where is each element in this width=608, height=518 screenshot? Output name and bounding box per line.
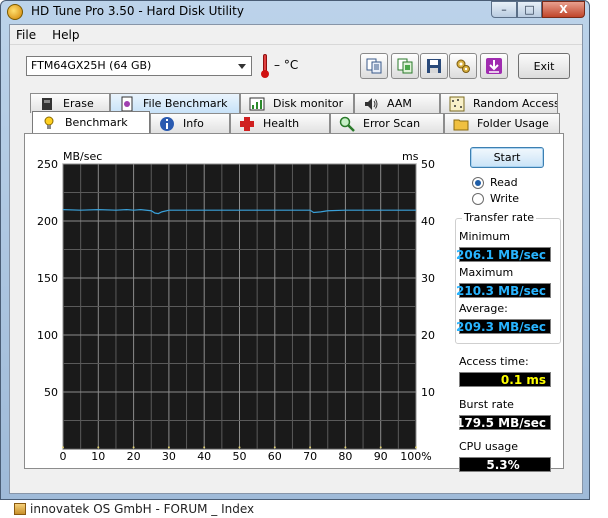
toolbar: FTM64GX25H (64 GB) – °C Exit — [10, 46, 582, 86]
radio-write-label: Write — [490, 192, 520, 205]
thermometer-icon — [260, 54, 270, 78]
taskbar-strip: innovatek OS GmbH - FORUM _ Index — [0, 500, 608, 518]
cpu-usage-label: CPU usage — [459, 440, 519, 453]
tab-health-label: Health — [263, 117, 300, 130]
menu-help[interactable]: Help — [52, 28, 79, 42]
radio-read-label: Read — [490, 176, 518, 189]
radio-write-indicator — [472, 192, 484, 205]
tab-health[interactable]: Health — [230, 113, 330, 133]
menu-bar: File Help — [10, 25, 582, 45]
access-time-label: Access time: — [459, 355, 529, 368]
forum-page-icon — [14, 503, 26, 515]
tab-erase[interactable]: Erase — [30, 93, 110, 113]
tab-benchmark-label: Benchmark — [65, 116, 128, 129]
transfer-rate-title: Transfer rate — [462, 211, 537, 224]
burst-rate-label: Burst rate — [459, 398, 514, 411]
tab-erase-label: Erase — [63, 97, 94, 110]
tab-folder-usage[interactable]: Folder Usage — [444, 113, 560, 133]
window-controls: – □ X — [491, 1, 585, 19]
tab-random-access[interactable]: Random Access — [440, 93, 558, 113]
info-icon — [160, 116, 174, 131]
magnifier-icon — [339, 116, 355, 132]
chevron-down-icon — [238, 64, 246, 69]
radio-read-indicator — [472, 176, 484, 189]
download-button[interactable] — [480, 53, 508, 79]
tab-benchmark[interactable]: Benchmark — [32, 111, 150, 133]
temperature-value: – °C — [274, 58, 299, 72]
tab-file-benchmark-label: File Benchmark — [143, 97, 228, 110]
erase-icon — [42, 97, 52, 110]
health-cross-icon — [240, 116, 254, 131]
close-button[interactable]: X — [542, 1, 585, 18]
tab-disk-monitor-label: Disk monitor — [273, 97, 344, 110]
download-icon — [486, 58, 502, 74]
tab-info-label: Info — [183, 117, 204, 130]
tab-aam[interactable]: AAM — [354, 93, 440, 113]
save-button[interactable] — [420, 53, 448, 79]
copy-screen-button[interactable] — [391, 53, 419, 79]
speaker-icon — [365, 97, 378, 110]
tab-disk-monitor[interactable]: Disk monitor — [240, 93, 354, 113]
access-time-value: 0.1 ms — [459, 372, 551, 387]
drive-select-value: FTM64GX25H (64 GB) — [31, 59, 152, 72]
title-bar[interactable]: HD Tune Pro 3.50 - Hard Disk Utility – □… — [1, 1, 589, 23]
window-title: HD Tune Pro 3.50 - Hard Disk Utility — [31, 4, 244, 18]
start-button[interactable]: Start — [470, 147, 544, 168]
copy-screen-icon — [397, 58, 413, 74]
minimum-value: 206.1 MB/sec — [456, 247, 551, 262]
minimum-label: Minimum — [459, 230, 510, 243]
maximize-button[interactable]: □ — [517, 1, 542, 18]
tab-random-access-label: Random Access — [473, 97, 558, 110]
tab-row-top: Erase File Benchmark Disk monitor AAM Ra… — [30, 93, 558, 113]
exit-button[interactable]: Exit — [518, 53, 570, 79]
tab-error-scan[interactable]: Error Scan — [330, 113, 444, 133]
random-access-icon — [449, 96, 465, 111]
save-icon — [427, 59, 441, 73]
taskbar-text[interactable]: innovatek OS GmbH - FORUM _ Index — [30, 502, 254, 516]
benchmark-icon — [44, 116, 54, 129]
options-button[interactable] — [449, 53, 477, 79]
radio-write[interactable]: Write — [472, 192, 519, 205]
minimize-button[interactable]: – — [491, 1, 517, 18]
cpu-usage-value: 5.3% — [459, 457, 551, 472]
burst-rate-value: 179.5 MB/sec — [456, 415, 551, 430]
copy-info-button[interactable] — [360, 53, 388, 79]
tab-folder-usage-label: Folder Usage — [477, 117, 549, 130]
average-value: 209.3 MB/sec — [456, 319, 551, 334]
maximum-label: Maximum — [459, 266, 514, 279]
options-icon — [456, 59, 470, 73]
tab-file-benchmark[interactable]: File Benchmark — [110, 93, 240, 113]
tab-row-bottom: Benchmark Info Health Error Scan Folder … — [32, 111, 560, 133]
radio-read[interactable]: Read — [472, 176, 518, 189]
tab-error-scan-label: Error Scan — [363, 117, 421, 130]
maximum-value: 210.3 MB/sec — [456, 283, 551, 298]
drive-select[interactable]: FTM64GX25H (64 GB) — [26, 56, 252, 76]
menu-file[interactable]: File — [16, 28, 36, 42]
folder-icon — [453, 119, 469, 130]
page: HD Tune Pro 3.50 - Hard Disk Utility – □… — [0, 0, 608, 518]
average-label: Average: — [459, 302, 508, 315]
hdtune-app-icon — [7, 4, 23, 20]
file-benchmark-icon — [121, 96, 133, 111]
disk-monitor-icon — [249, 97, 265, 110]
copy-info-icon — [366, 58, 382, 74]
tab-info[interactable]: Info — [150, 113, 230, 133]
tab-aam-label: AAM — [387, 97, 412, 110]
